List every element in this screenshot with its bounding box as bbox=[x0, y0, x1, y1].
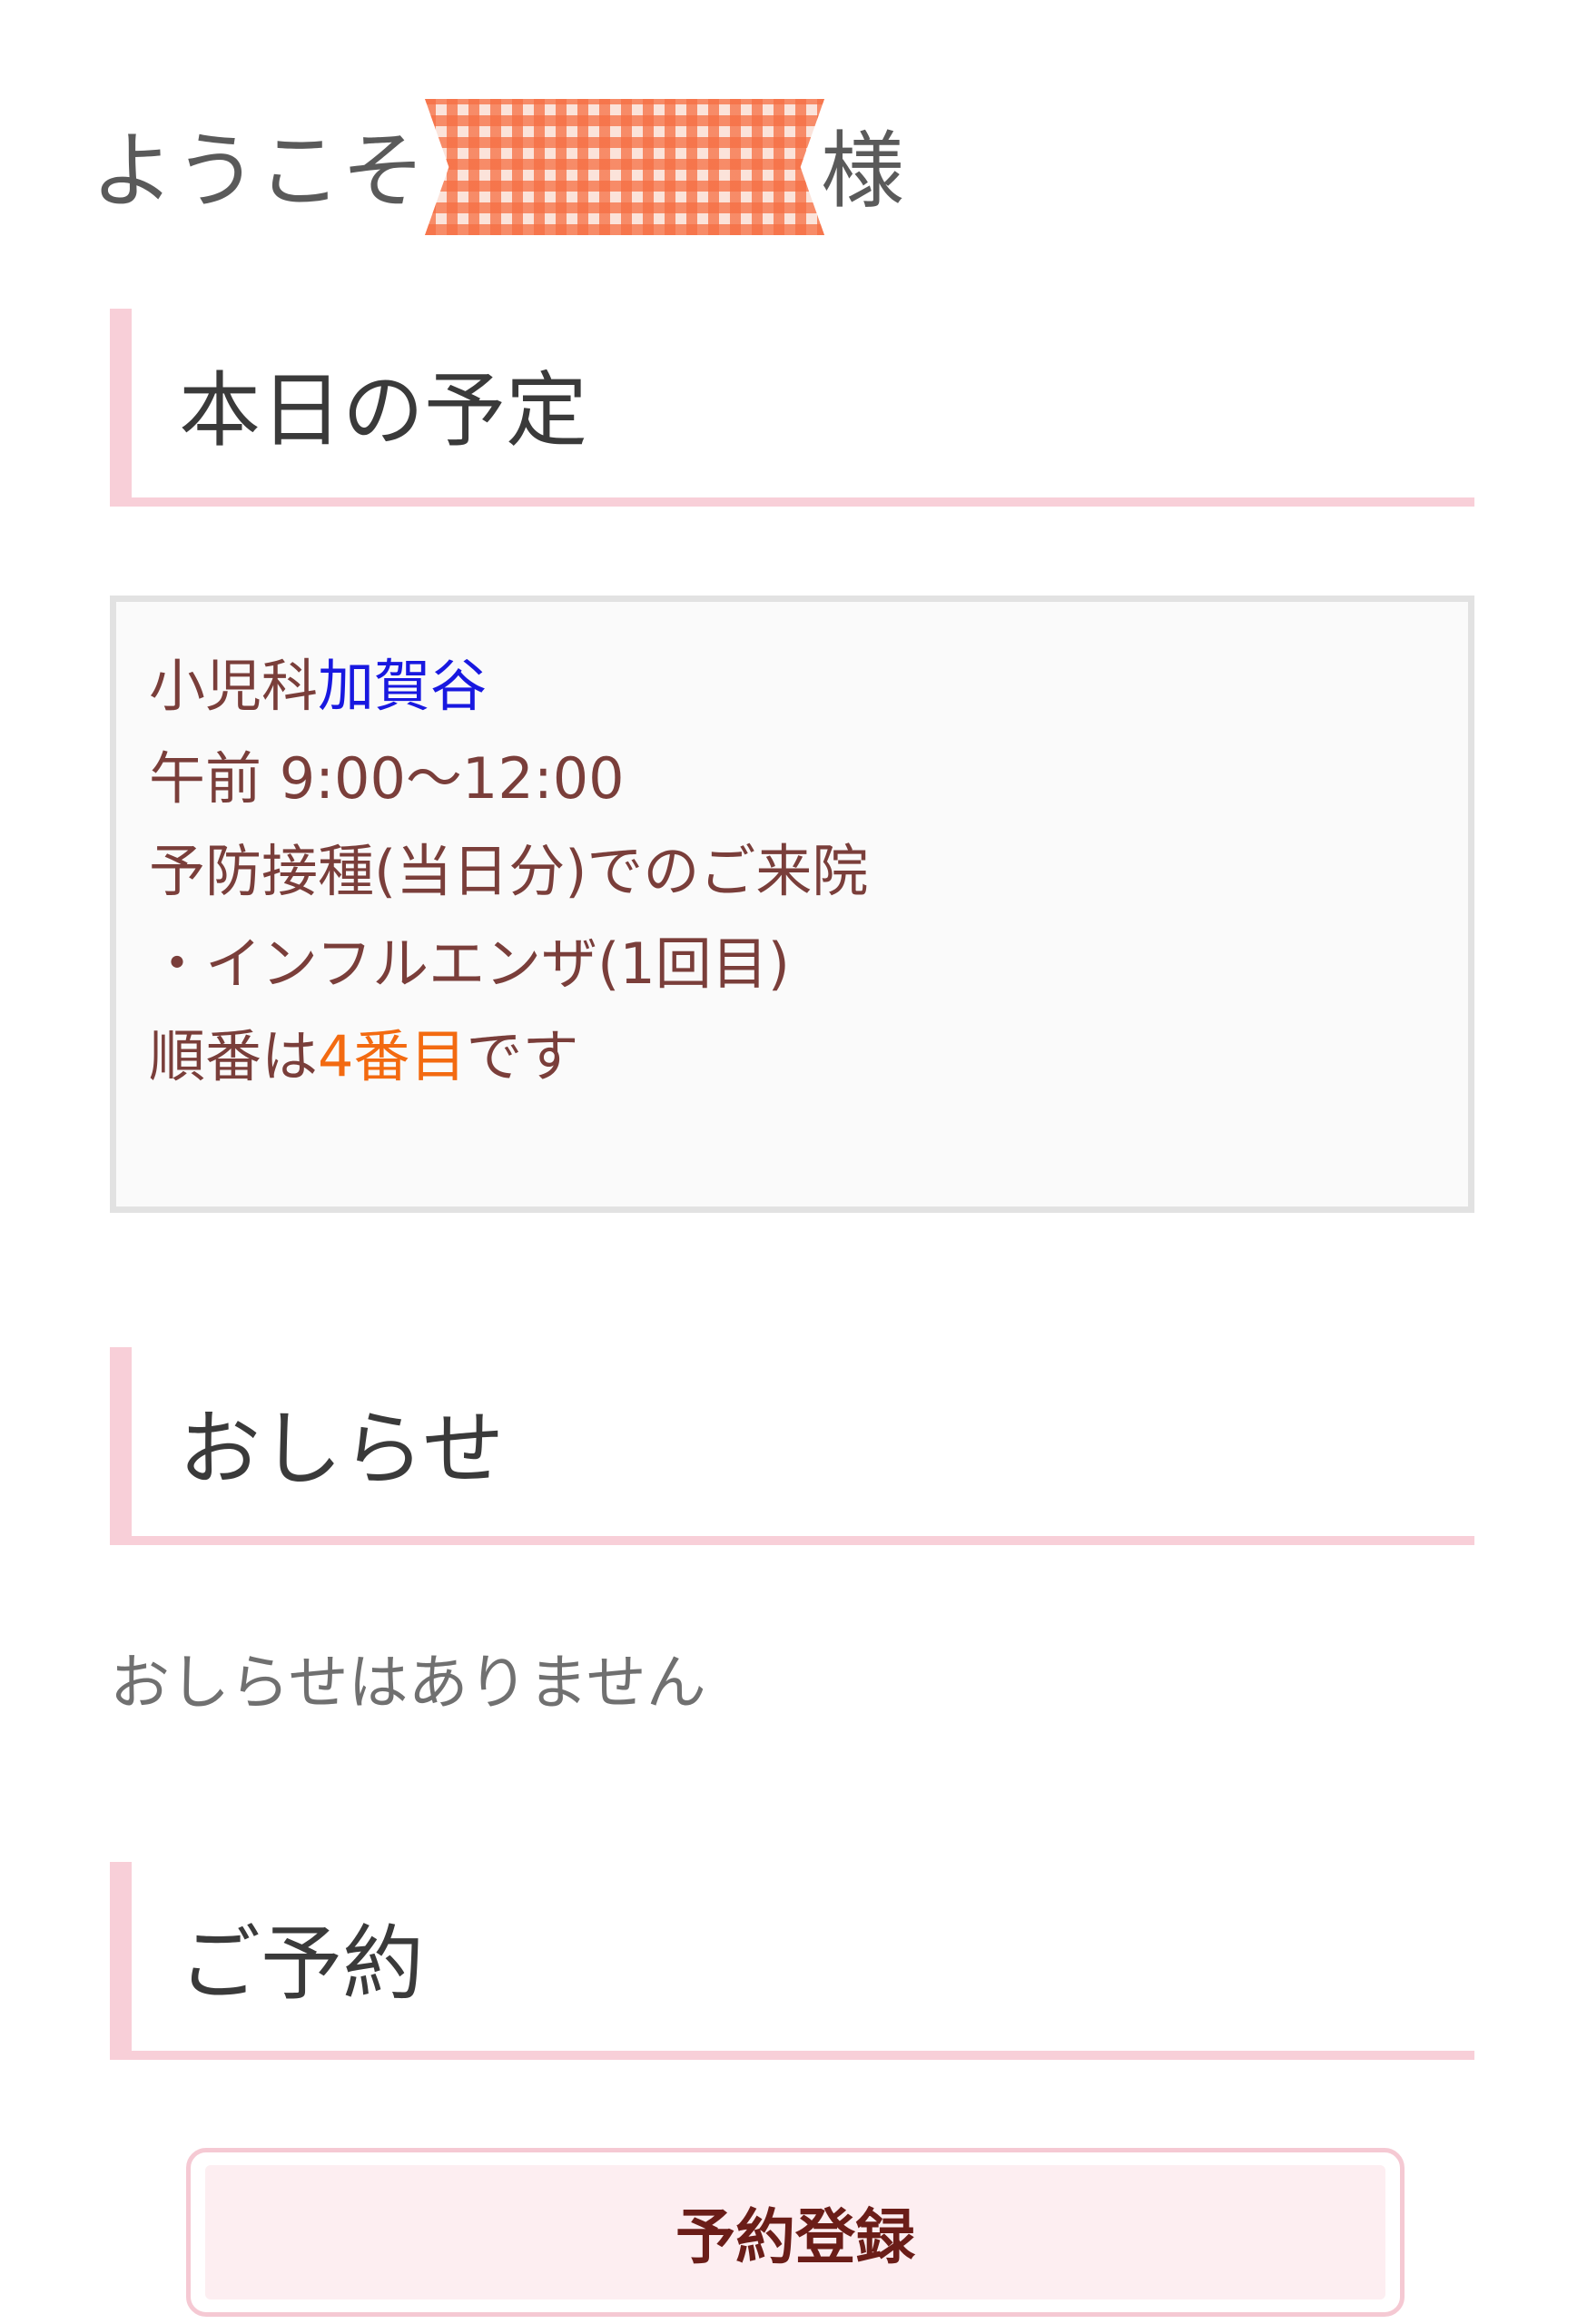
visit-type-line: 予防接種(当日分)でのご来院 bbox=[149, 838, 869, 904]
reservation-heading: ご予約 bbox=[110, 1862, 1474, 2060]
vaccine-line: ・インフルエンザ(1回目) bbox=[149, 931, 790, 997]
department-line: 小児科加賀谷 bbox=[149, 640, 1468, 733]
order-line: 順番は4番目です bbox=[149, 1010, 1468, 1103]
schedule-heading: 本日の予定 bbox=[110, 309, 1474, 507]
order-suffix: です bbox=[466, 1023, 579, 1089]
order-prefix: 順番は bbox=[149, 1023, 319, 1089]
schedule-heading-text: 本日の予定 bbox=[179, 363, 587, 458]
reservation-register-label[interactable]: 予約登録 bbox=[205, 2165, 1385, 2299]
masked-user-name bbox=[425, 99, 825, 235]
notices-heading: おしらせ bbox=[110, 1347, 1474, 1545]
time-line: 午前 9:00〜12:00 bbox=[149, 745, 625, 812]
welcome-suffix: 様 bbox=[821, 122, 905, 220]
schedule-card: 小児科加賀谷 午前 9:00〜12:00 予防接種(当日分)でのご来院 ・インフ… bbox=[110, 596, 1474, 1213]
reservation-heading-text: ご予約 bbox=[179, 1916, 424, 2012]
welcome-greeting: ようこそ 様 bbox=[91, 91, 904, 236]
notices-empty-message: おしらせはありません bbox=[110, 1648, 706, 1718]
order-number: 4番目 bbox=[318, 1023, 467, 1089]
doctor-name: 加賀谷 bbox=[318, 653, 488, 719]
notices-heading-text: おしらせ bbox=[179, 1402, 505, 1497]
department-name: 小児科 bbox=[149, 653, 319, 719]
reservation-register-button[interactable]: 予約登録 bbox=[186, 2148, 1405, 2317]
welcome-prefix: ようこそ bbox=[91, 122, 426, 220]
